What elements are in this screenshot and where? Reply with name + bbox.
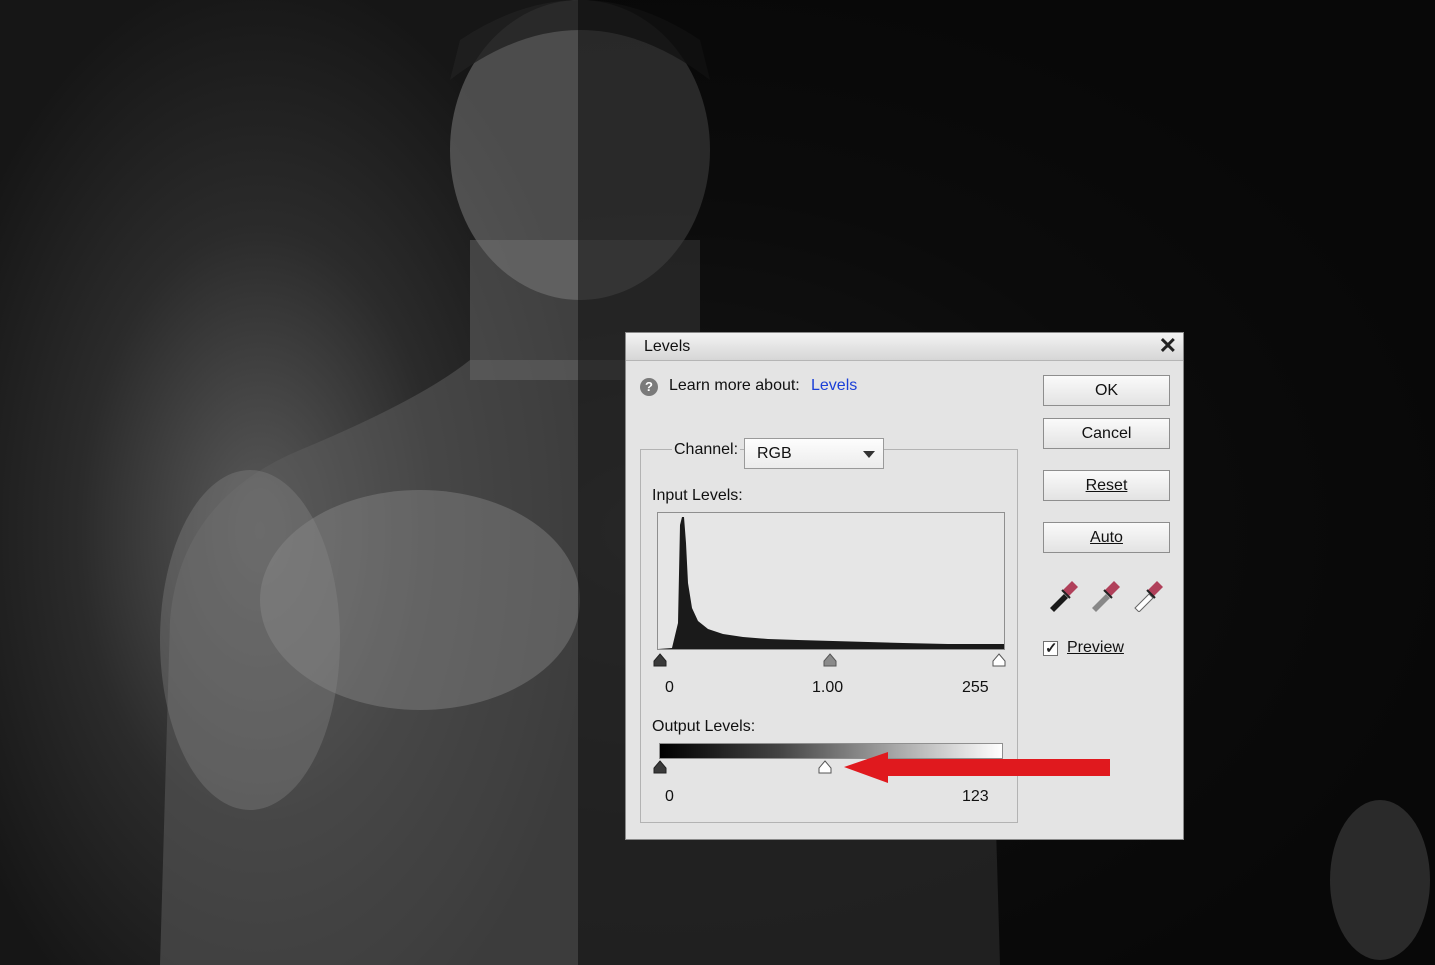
dialog-titlebar[interactable]: Levels ✕	[626, 333, 1183, 361]
channel-label: Channel:	[672, 441, 741, 459]
input-white-value[interactable]: 255	[962, 679, 989, 697]
input-levels-slider[interactable]	[653, 651, 1006, 667]
checkmark-icon: ✓	[1045, 640, 1058, 657]
output-black-handle[interactable]	[653, 760, 667, 774]
input-gamma-value[interactable]: 1.00	[812, 679, 843, 697]
preview-checkbox[interactable]: ✓	[1043, 640, 1058, 657]
input-white-point-handle[interactable]	[992, 653, 1006, 667]
reset-button[interactable]: Reset	[1043, 470, 1170, 501]
histogram	[657, 512, 1005, 650]
ok-button[interactable]: OK	[1043, 375, 1170, 406]
channel-select[interactable]: RGB	[744, 438, 884, 469]
annotation-arrow-icon	[844, 752, 1110, 783]
chevron-down-icon	[863, 451, 875, 458]
output-white-handle[interactable]	[818, 760, 832, 774]
input-levels-label: Input Levels:	[652, 487, 743, 504]
auto-button[interactable]: Auto	[1043, 522, 1170, 553]
input-gamma-handle[interactable]	[823, 653, 837, 667]
preview-label[interactable]: Preview	[1067, 639, 1124, 657]
dialog-title: Levels	[644, 338, 691, 355]
output-black-value[interactable]: 0	[665, 788, 674, 806]
cancel-button[interactable]: Cancel	[1043, 418, 1170, 449]
help-text: Learn more about:	[669, 377, 800, 394]
output-white-value[interactable]: 123	[962, 788, 989, 806]
histogram-graph	[658, 517, 1004, 649]
close-icon[interactable]: ✕	[1159, 334, 1177, 358]
white-point-eyedropper-icon[interactable]	[1131, 578, 1165, 613]
input-black-value[interactable]: 0	[665, 679, 674, 697]
black-point-eyedropper-icon[interactable]	[1046, 578, 1080, 612]
input-black-point-handle[interactable]	[653, 653, 667, 667]
output-levels-label: Output Levels:	[652, 718, 756, 735]
channel-select-value: RGB	[757, 445, 792, 462]
gray-point-eyedropper-icon[interactable]	[1088, 578, 1122, 612]
help-link-levels[interactable]: Levels	[811, 377, 857, 395]
help-icon[interactable]: ?	[640, 378, 658, 396]
